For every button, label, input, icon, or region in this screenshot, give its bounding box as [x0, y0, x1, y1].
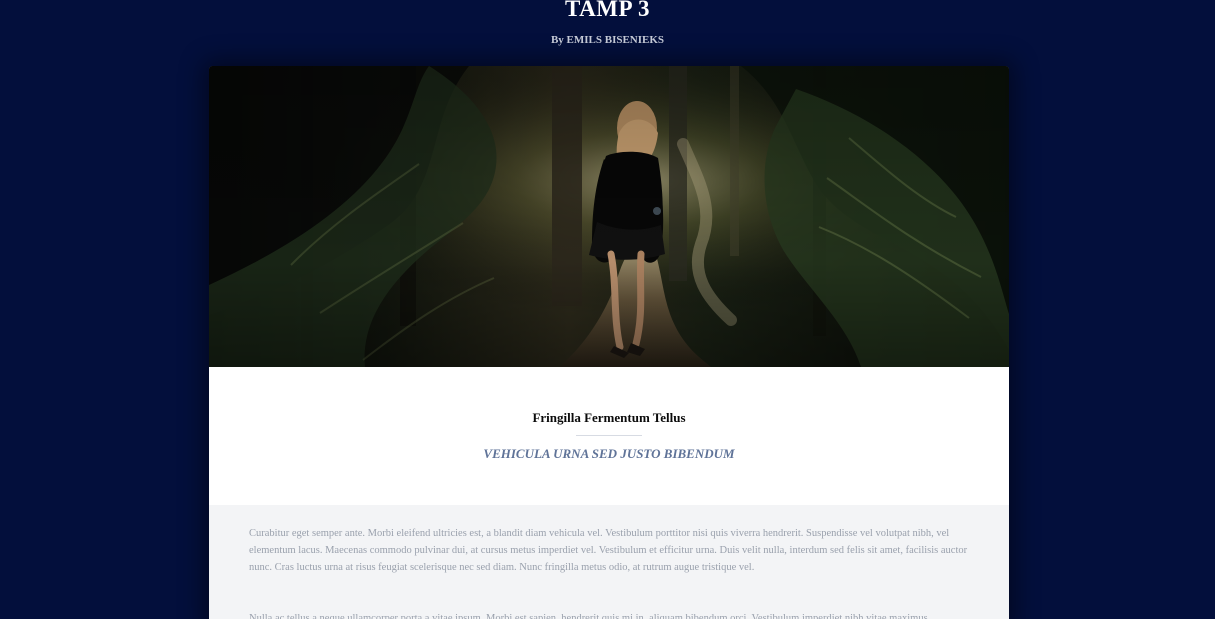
site-title: TAMP 3: [565, 0, 650, 21]
post-body-section: Curabitur eget semper ante. Morbi eleife…: [209, 505, 1009, 619]
post-title: Fringilla Fermentum Tellus: [532, 410, 686, 425]
hero-image: [209, 66, 1009, 367]
forest-path-photo: [209, 66, 1009, 367]
author-name[interactable]: EMILS BISENIEKS: [567, 34, 665, 46]
body-paragraph-1: Curabitur eget semper ante. Morbi eleife…: [249, 528, 968, 573]
byline: By EMILS BISENIEKS: [0, 34, 1215, 47]
body-paragraph-2: Nulla ac tellus a neque ullamcorper port…: [249, 613, 928, 619]
post-title-section: Fringilla Fermentum Tellus VEHICULA URNA…: [209, 367, 1009, 505]
byline-prefix: By: [550, 34, 564, 46]
post-subtitle: VEHICULA URNA SED JUSTO BIBENDUM: [483, 446, 735, 461]
title-divider: [576, 435, 642, 436]
email-content-card: Fringilla Fermentum Tellus VEHICULA URNA…: [209, 66, 1009, 619]
